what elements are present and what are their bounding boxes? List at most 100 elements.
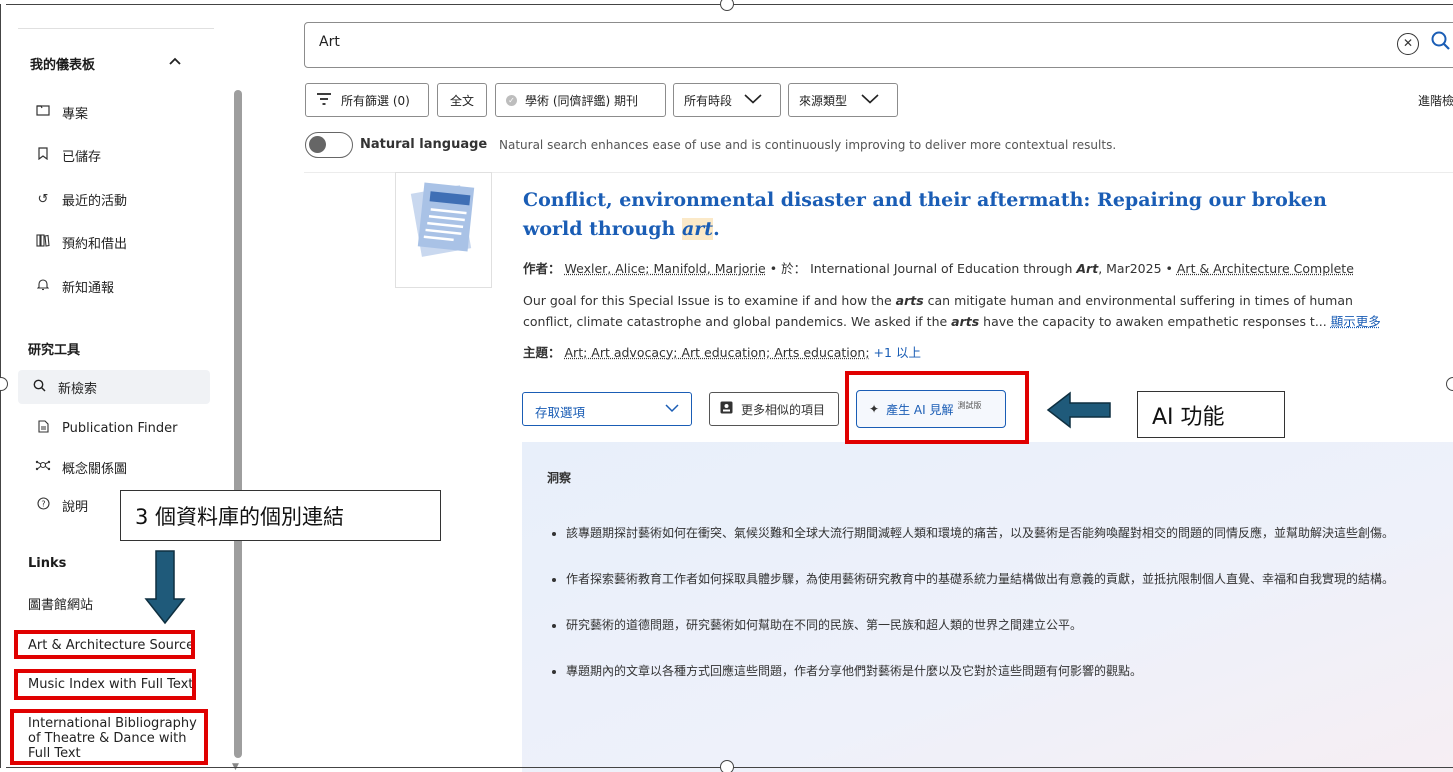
more-similar-button[interactable]: 更多相似的項目 [709, 392, 839, 426]
sidebar-item-label: 說明 [62, 499, 89, 515]
source-post: , Mar2025 • [1098, 261, 1173, 276]
show-more-link[interactable]: 顯示更多 [1331, 314, 1381, 329]
links-heading: Links [28, 556, 67, 571]
database-link[interactable]: Art & Architecture Complete [1177, 261, 1354, 276]
full-text-button[interactable]: 全文 [437, 83, 487, 117]
folder-icon [28, 104, 58, 120]
source-type-dropdown[interactable]: 來源類型 [788, 83, 898, 117]
abstract-highlight: arts [951, 314, 980, 329]
books-icon [28, 233, 58, 251]
resize-handle[interactable] [720, 760, 734, 772]
subjects-label: 主題： [523, 345, 561, 360]
result-metadata: 作者： Wexler, Alice; Manifold, Marjorie • … [523, 258, 1354, 277]
screenshot-frame: 我的儀表板 專案 已儲存 ↺ 最近的活動 預約和借出 新知通報 研究工具 新檢索… [0, 0, 1453, 772]
link-highlight-box [14, 630, 195, 659]
sidebar-item-label: Publication Finder [62, 420, 178, 436]
all-filters-button[interactable]: 所有篩選 (0) [305, 83, 429, 117]
chevron-down-icon [665, 401, 679, 416]
sidebar-item-publication-finder[interactable]: Publication Finder [22, 411, 212, 445]
svg-text:?: ? [41, 499, 45, 508]
sidebar-item-label: 概念關係圖 [62, 461, 128, 477]
abstract-highlight: arts [895, 293, 924, 308]
access-options-select[interactable]: 存取選項 [522, 392, 692, 426]
peer-reviewed-label: 學術 (同儕評鑑) 期刊 [525, 93, 638, 108]
peer-reviewed-button[interactable]: ✓ 學術 (同儕評鑑) 期刊 [495, 83, 666, 117]
sidebar-item-label: 最近的活動 [62, 193, 128, 209]
insight-title: 洞察 [547, 471, 572, 485]
check-circle-icon: ✓ [506, 94, 517, 106]
sidebar-item-label: 專案 [62, 106, 89, 122]
sidebar-item-new-search[interactable]: 新檢索 [18, 370, 210, 404]
abstract-text: have the capacity to awaken empathetic r… [979, 314, 1331, 329]
search-icon[interactable] [1431, 31, 1451, 56]
author-label: 作者： [523, 261, 561, 276]
advanced-search-link[interactable]: 進階檢 [1418, 92, 1453, 109]
abstract-text: Our goal for this Special Issue is to ex… [523, 293, 896, 308]
result-title-end: . [713, 218, 720, 240]
bookmark-icon [28, 146, 58, 164]
clear-search-icon[interactable]: ✕ [1397, 33, 1419, 55]
result-title-link[interactable]: Conflict, environmental disaster and the… [523, 186, 1383, 244]
similar-items-icon [720, 401, 733, 417]
all-filters-label: 所有篩選 (0) [341, 93, 410, 108]
natural-language-description: Natural search enhances ease of use and … [499, 138, 1117, 152]
more-similar-label: 更多相似的項目 [741, 402, 826, 417]
sidebar-divider [18, 28, 214, 29]
full-text-label: 全文 [449, 93, 474, 108]
history-icon: ↺ [37, 191, 49, 207]
toggle-knob [309, 136, 326, 153]
link-highlight-box [14, 669, 196, 700]
sidebar-item-concept-map[interactable]: 概念關係圖 [22, 450, 212, 484]
sidebar-item-saved[interactable]: 已儲存 [22, 138, 212, 172]
left-arrow-icon [1046, 391, 1111, 429]
down-arrow-icon [144, 550, 186, 625]
all-time-dropdown[interactable]: 所有時段 [673, 83, 781, 117]
links-note: 3 個資料庫的個別連結 [120, 490, 441, 541]
chevron-down-icon [744, 93, 762, 107]
sidebar-item-recent-activity[interactable]: ↺ 最近的活動 [22, 182, 212, 216]
source-pre: International Journal of Education throu… [810, 261, 1077, 276]
search-input[interactable] [319, 34, 1119, 50]
document-icon [410, 182, 475, 257]
dashboard-heading: 我的儀表板 [30, 58, 96, 73]
result-title-text: Conflict, environmental disaster and the… [523, 189, 1327, 240]
insight-bullet: 研究藝術的道德問題，研究藝術如何幫助在不同的民族、第一民族和超人類的世界之間建立… [566, 614, 1438, 636]
search-bar: ✕ [304, 22, 1453, 68]
insight-bullet: 該專題期探討藝術如何在衝突、氣候災難和全球大流行期間減輕人類和環境的痛苦，以及藝… [566, 522, 1438, 544]
result-thumbnail[interactable] [395, 172, 492, 288]
filter-icon [316, 92, 332, 109]
document-icon [28, 419, 58, 437]
sidebar-item-alerts[interactable]: 新知通報 [22, 269, 212, 303]
subjects-more-link[interactable]: +1 以上 [874, 345, 921, 360]
sidebar-item-holds-checkouts[interactable]: 預約和借出 [22, 225, 212, 259]
bell-icon [28, 278, 58, 295]
insight-bullet: 作者探索藝術教育工作者如何採取具體步驟，為使用藝術研究教育中的基礎系統力量結構做… [566, 568, 1438, 590]
sidebar-scrollbar[interactable] [234, 90, 242, 758]
link-library-website[interactable]: 圖書館網站 [28, 598, 93, 613]
natural-language-toggle[interactable] [305, 132, 353, 158]
concept-map-icon [28, 459, 58, 475]
sidebar-item-label: 新檢索 [58, 381, 98, 397]
ai-insight-panel: 洞察 該專題期探討藝術如何在衝突、氣候災難和全球大流行期間減輕人類和環境的痛苦，… [522, 442, 1453, 772]
chevron-down-icon [861, 93, 879, 107]
result-subjects: 主題： Art; Art advocacy; Art education; Ar… [523, 342, 921, 361]
all-time-label: 所有時段 [684, 93, 733, 108]
source-type-label: 來源類型 [799, 93, 848, 108]
resize-handle[interactable] [720, 0, 734, 11]
sidebar-item-label: 已儲存 [62, 149, 102, 165]
research-tools-heading: 研究工具 [28, 343, 81, 358]
source-highlight: Art [1076, 261, 1099, 276]
in-label: • 於： [769, 261, 807, 276]
link-highlight-box [10, 709, 208, 765]
search-icon [24, 379, 54, 396]
subjects-list[interactable]: Art; Art advocacy; Art education; Arts e… [565, 345, 870, 360]
natural-language-label: Natural language [360, 137, 488, 152]
author-links[interactable]: Wexler, Alice; Manifold, Marjorie [565, 261, 766, 276]
result-abstract: Our goal for this Special Issue is to ex… [523, 290, 1383, 332]
chevron-up-icon[interactable] [168, 54, 182, 70]
resize-handle[interactable] [1446, 377, 1453, 391]
help-icon: ? [28, 496, 58, 514]
ai-feature-highlight-box [845, 371, 1029, 444]
sidebar-item-projects[interactable]: 專案 [22, 95, 212, 129]
result-title-highlight: art [681, 218, 714, 240]
